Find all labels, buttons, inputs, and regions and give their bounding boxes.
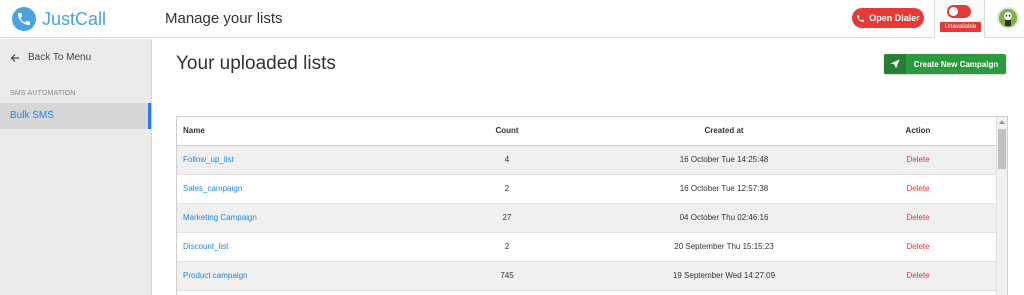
list-created-at: 04 October Thu 02:46:16 [609,203,839,233]
paper-plane-icon [884,54,906,74]
list-created-at: 19 September Wed 14:27:09 [609,261,839,291]
page-title: Manage your lists [165,10,283,27]
column-header-action: Action [839,117,997,146]
table-row: Discount_list 2 20 September Thu 15:15:2… [177,232,997,262]
list-name-link[interactable]: Discount_list [177,232,405,262]
avatar[interactable] [997,7,1019,29]
delete-link[interactable]: Delete [839,145,997,175]
list-count: 745 [405,261,609,291]
sidebar-item-bulk-sms[interactable]: Bulk SMS [0,103,151,129]
list-created-at: 16 October Tue 12:57:38 [609,174,839,204]
back-to-menu-link[interactable]: Back To Menu [10,52,91,63]
list-name-link[interactable]: Follow_up_list [177,145,405,175]
column-header-name[interactable]: Name [177,117,405,146]
phone-bubble-icon [12,7,36,31]
scrollbar-thumb[interactable] [998,129,1006,169]
delete-link[interactable]: Delete [839,261,997,291]
status-badge: Unavailable [940,22,981,32]
lists-table: Name Count Created at Action Follow_up_l… [176,116,1008,295]
scroll-up-arrow-icon[interactable] [999,120,1005,124]
create-new-campaign-label: Create New Campaign [913,59,999,69]
list-name-link[interactable]: Marketing Campaign [177,203,405,233]
top-header: JustCall Manage your lists Open Dialer U… [0,0,1024,38]
table-row: Sales_campaign 2 16 October Tue 12:57:38… [177,174,997,204]
availability-status: Unavailable [934,0,985,38]
delete-link[interactable]: Delete [839,203,997,233]
open-dialer-button[interactable]: Open Dialer [852,8,924,28]
column-header-count[interactable]: Count [405,117,609,146]
list-count: 2 [405,232,609,262]
list-created-at: 16 October Tue 14:25:48 [609,145,839,175]
list-created-at: 20 September Thu 15:15:23 [609,232,839,262]
section-title: Your uploaded lists [176,53,336,74]
availability-toggle[interactable] [947,5,971,18]
table-scrollbar[interactable] [996,117,1007,295]
open-dialer-label: Open Dialer [869,13,920,23]
back-to-menu-label: Back To Menu [28,52,92,63]
sidebar-section-label: SMS AUTOMATION [10,90,76,97]
list-name-link[interactable]: Sales_campaign [177,174,405,204]
arrow-left-icon [10,53,19,62]
justcall-logo[interactable]: JustCall [12,6,106,32]
sidebar: Back To Menu SMS AUTOMATION Bulk SMS [0,39,152,295]
table-row: Follow_up_list 4 16 October Tue 14:25:48… [177,145,997,175]
list-name-link[interactable]: Product campaign [177,261,405,291]
delete-link[interactable]: Delete [839,232,997,262]
column-header-created-at[interactable]: Created at [609,117,839,146]
delete-link[interactable]: Delete [839,174,997,204]
table-row: Marketing Campaign 27 04 October Thu 02:… [177,203,997,233]
table-header-row: Name Count Created at Action [177,117,997,146]
create-new-campaign-button[interactable]: Create New Campaign [884,54,1006,74]
list-count: 4 [405,145,609,175]
table-row: Product campaign 745 19 September Wed 14… [177,261,997,291]
logo-text: JustCall [42,8,107,29]
list-count: 27 [405,203,609,233]
list-count: 2 [405,174,609,204]
phone-icon [857,14,865,22]
